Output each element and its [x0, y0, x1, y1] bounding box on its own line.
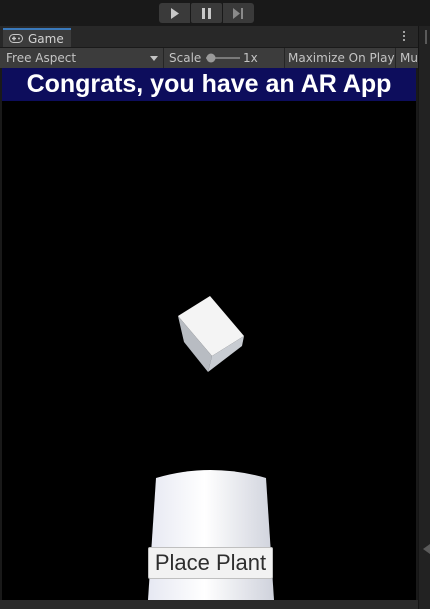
step-icon	[233, 7, 243, 19]
banner-title: Congrats, you have an AR App	[2, 68, 416, 101]
tab-game[interactable]: Game	[3, 28, 71, 47]
pause-icon	[202, 7, 211, 19]
scale-slider[interactable]	[206, 48, 240, 68]
place-plant-button[interactable]: Place Plant	[148, 547, 273, 579]
top-toolbar	[0, 0, 430, 26]
pause-button[interactable]	[191, 3, 222, 23]
resize-handle-icon	[425, 30, 427, 44]
chevron-left-icon	[423, 544, 430, 554]
step-button[interactable]	[223, 3, 254, 23]
right-panel-strip	[418, 26, 430, 609]
bottom-status-bar	[0, 600, 418, 609]
scale-label: Scale	[169, 51, 202, 65]
tab-bar: Game	[0, 26, 418, 48]
mute-audio-toggle[interactable]: Mu	[400, 48, 418, 68]
play-button[interactable]	[159, 3, 190, 23]
cylinder-object	[148, 470, 274, 600]
game-view-toolbar: Free Aspect Scale 1x Maximize On Play Mu	[0, 48, 418, 68]
aspect-label: Free Aspect	[6, 51, 77, 65]
chevron-down-icon	[150, 56, 158, 61]
slider-track-icon	[206, 53, 240, 63]
game-viewport[interactable]: Congrats, you have an AR App Place Plant	[2, 68, 416, 600]
gamepad-icon	[9, 34, 23, 43]
more-options-icon[interactable]	[399, 28, 409, 44]
scale-value: 1x	[243, 51, 258, 65]
maximize-on-play-toggle[interactable]: Maximize On Play	[288, 48, 395, 68]
play-icon	[170, 7, 179, 19]
aspect-dropdown[interactable]: Free Aspect	[6, 48, 158, 68]
cube-object	[178, 296, 244, 372]
tab-game-label: Game	[28, 31, 64, 46]
playback-controls	[159, 3, 254, 23]
